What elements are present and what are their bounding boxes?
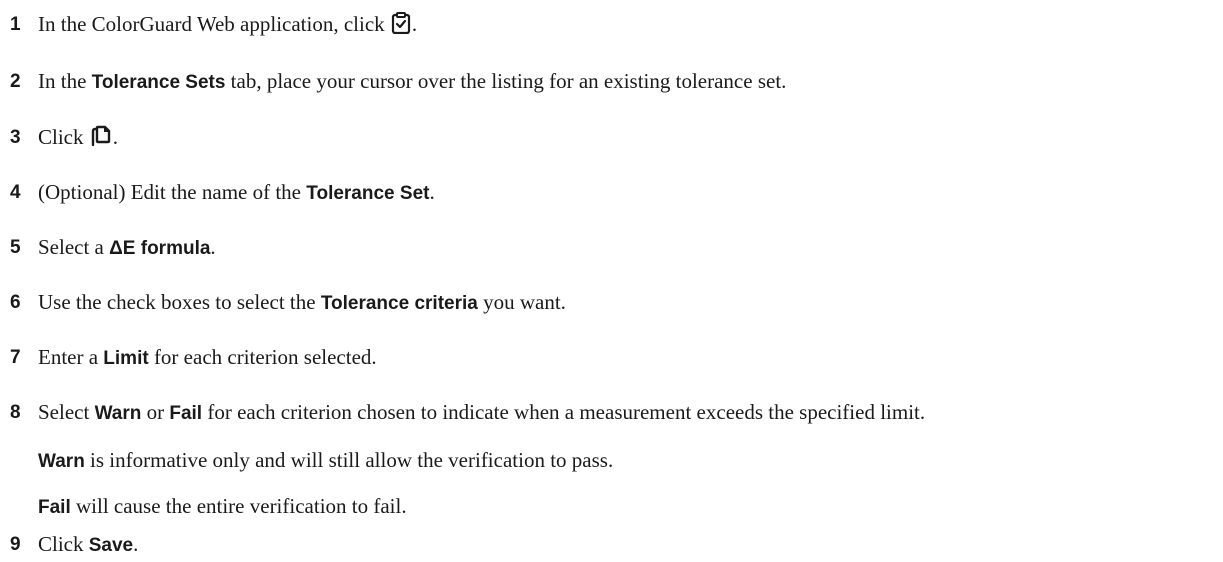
step-number: 5 bbox=[10, 237, 21, 258]
step-text: Click . bbox=[38, 125, 118, 153]
duplicate-icon bbox=[90, 125, 112, 153]
step-text: In the Tolerance Sets tab, place your cu… bbox=[38, 69, 787, 93]
note-text: Warn is informative only and will still … bbox=[38, 448, 614, 472]
note-text: Fail will cause the entire verification … bbox=[38, 494, 407, 518]
clipboard-check-icon bbox=[391, 12, 411, 40]
step-text: Click Save. bbox=[38, 532, 139, 556]
step-number: 1 bbox=[10, 14, 21, 35]
step-number: 2 bbox=[10, 71, 21, 92]
step-number: 6 bbox=[10, 292, 21, 313]
step-text: Select a ΔE formula. bbox=[38, 235, 216, 259]
step-text: Use the check boxes to select the Tolera… bbox=[38, 290, 566, 314]
step-number: 4 bbox=[10, 182, 21, 203]
step-number: 7 bbox=[10, 347, 21, 368]
step-text: In the ColorGuard Web application, click… bbox=[38, 12, 417, 40]
step-text: Enter a Limit for each criterion selecte… bbox=[38, 345, 377, 369]
step-number: 8 bbox=[10, 402, 21, 423]
step-text: (Optional) Edit the name of the Toleranc… bbox=[38, 180, 435, 204]
step-number: 9 bbox=[10, 534, 21, 555]
step-text: Select Warn or Fail for each criterion c… bbox=[38, 400, 926, 424]
step-number: 3 bbox=[10, 127, 21, 148]
